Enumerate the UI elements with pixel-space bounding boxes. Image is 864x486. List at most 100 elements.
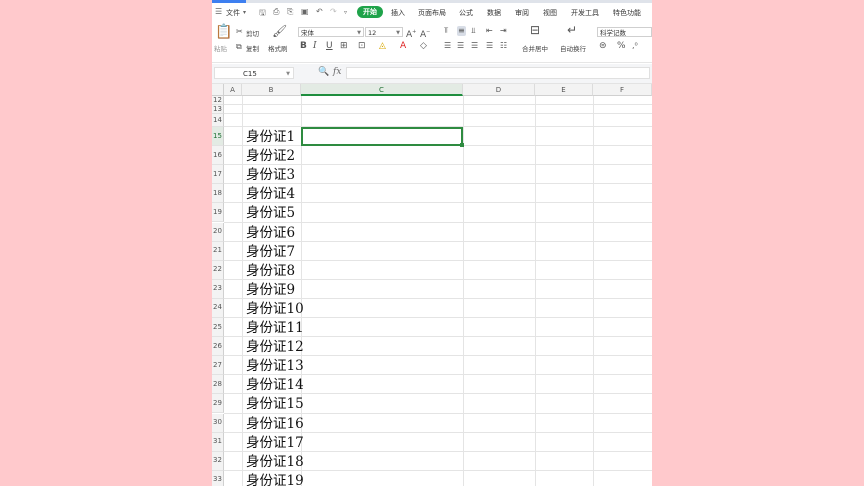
- cell-b-value[interactable]: 身份证10: [246, 300, 304, 319]
- column-header-a[interactable]: A: [224, 84, 242, 96]
- cell-b-value[interactable]: 身份证7: [246, 243, 295, 262]
- column-header-e[interactable]: E: [535, 84, 593, 96]
- undo-icon[interactable]: ↶: [316, 7, 323, 16]
- italic-button[interactable]: I: [313, 41, 317, 51]
- tab-page-layout[interactable]: 页面布局: [418, 8, 446, 18]
- row-header[interactable]: 20: [212, 222, 224, 242]
- row-header[interactable]: 23: [212, 279, 224, 299]
- copy-icon[interactable]: ⧉: [236, 42, 242, 52]
- currency-icon[interactable]: ⊜: [599, 41, 607, 51]
- row-header[interactable]: 24: [212, 298, 224, 318]
- redo-icon[interactable]: ↷: [330, 7, 337, 16]
- comma-style-icon[interactable]: ,⁰: [632, 41, 638, 51]
- align-middle-icon[interactable]: ≡: [457, 26, 466, 36]
- menu-file[interactable]: 文件: [226, 8, 240, 18]
- row-header[interactable]: 31: [212, 432, 224, 452]
- cell-b-value[interactable]: 身份证12: [246, 338, 304, 357]
- tab-special-features[interactable]: 特色功能: [613, 8, 641, 18]
- cell-b-value[interactable]: 身份证16: [246, 415, 304, 434]
- print-icon[interactable]: ⎘: [287, 7, 293, 17]
- format-painter-button[interactable]: 格式刷: [268, 43, 288, 53]
- distribute-icon[interactable]: ☷: [500, 41, 507, 51]
- row-header[interactable]: 18: [212, 184, 224, 204]
- align-top-icon[interactable]: ⫪: [444, 26, 449, 36]
- column-header-d[interactable]: D: [463, 84, 535, 96]
- cell-b-value[interactable]: 身份证6: [246, 224, 295, 243]
- row-header[interactable]: 30: [212, 413, 224, 433]
- indent-left-icon[interactable]: ⇤: [486, 26, 493, 36]
- tab-home[interactable]: 开始: [357, 6, 383, 18]
- cell-b-value[interactable]: 身份证5: [246, 204, 295, 223]
- align-center-icon[interactable]: ☰: [457, 41, 464, 51]
- tab-insert[interactable]: 插入: [391, 8, 405, 18]
- fx-icon[interactable]: fx: [333, 67, 341, 77]
- zoom-search-icon[interactable]: 🔍: [318, 67, 329, 77]
- sheet-grid[interactable]: A B C D E F 12 13 14 15 身份证1 16 身份证2 17 身份证3 18 身份…: [212, 84, 652, 486]
- cut-button[interactable]: 剪切: [246, 28, 259, 38]
- row-header[interactable]: 16: [212, 146, 224, 166]
- increase-font-icon[interactable]: A+: [406, 27, 416, 40]
- number-format-select[interactable]: 科学记数: [597, 27, 652, 37]
- cell-b-value[interactable]: 身份证11: [246, 319, 304, 338]
- cell-b-value[interactable]: 身份证3: [246, 166, 295, 185]
- merge-center-button[interactable]: 合并居中: [522, 43, 548, 53]
- wrap-text-icon[interactable]: ↵: [567, 24, 577, 36]
- column-header-f[interactable]: F: [593, 84, 652, 96]
- align-bottom-icon[interactable]: ⫫: [471, 26, 476, 36]
- row-header[interactable]: 25: [212, 318, 224, 338]
- merge-cells-icon[interactable]: ⊟: [530, 24, 540, 36]
- row-header[interactable]: 12: [212, 96, 224, 105]
- row-header[interactable]: 28: [212, 375, 224, 395]
- chevron-down-icon[interactable]: ▾: [243, 9, 246, 16]
- indent-right-icon[interactable]: ⇥: [500, 26, 507, 36]
- column-header-b[interactable]: B: [242, 84, 301, 96]
- more-chevron-icon[interactable]: ▿: [344, 9, 347, 16]
- font-name-select[interactable]: 宋体 ▼: [298, 27, 364, 37]
- formula-input[interactable]: [346, 67, 650, 79]
- row-header[interactable]: 29: [212, 394, 224, 414]
- tab-developer[interactable]: 开发工具: [571, 8, 599, 18]
- column-header-c[interactable]: C: [301, 84, 463, 96]
- paste-button[interactable]: 粘贴: [214, 43, 227, 53]
- cell-style-icon[interactable]: ⊡: [358, 41, 366, 51]
- format-painter-icon[interactable]: 🖌: [272, 25, 287, 37]
- row-header[interactable]: 15: [212, 127, 224, 147]
- row-header[interactable]: 22: [212, 260, 224, 280]
- tab-data[interactable]: 数据: [487, 8, 501, 18]
- tab-view[interactable]: 视图: [543, 8, 557, 18]
- align-right-icon[interactable]: ☰: [471, 41, 478, 51]
- cell-b-value[interactable]: 身份证19: [246, 472, 304, 486]
- percent-button[interactable]: %: [617, 41, 626, 51]
- save-icon[interactable]: 🖫: [259, 7, 266, 21]
- name-box[interactable]: C15 ▼: [214, 67, 294, 79]
- font-size-select[interactable]: 12 ▼: [365, 27, 403, 37]
- font-color-icon[interactable]: A: [400, 41, 406, 51]
- tab-review[interactable]: 审阅: [515, 8, 529, 18]
- export-icon[interactable]: ⎙: [273, 7, 279, 17]
- cell-b-value[interactable]: 身份证15: [246, 395, 304, 414]
- cell-b-value[interactable]: 身份证1: [246, 128, 295, 147]
- row-header[interactable]: 32: [212, 451, 224, 471]
- copy-button[interactable]: 复制: [246, 43, 259, 53]
- clear-format-icon[interactable]: ◇: [420, 41, 427, 51]
- cell-b-value[interactable]: 身份证17: [246, 434, 304, 453]
- row-header[interactable]: 19: [212, 203, 224, 223]
- fill-handle[interactable]: [460, 143, 464, 148]
- cell-b-value[interactable]: 身份证9: [246, 281, 295, 300]
- preview-icon[interactable]: ▣: [301, 7, 309, 16]
- row-header[interactable]: 14: [212, 114, 224, 127]
- cell-b-value[interactable]: 身份证4: [246, 185, 295, 204]
- cell-b-value[interactable]: 身份证2: [246, 147, 295, 166]
- underline-button[interactable]: U: [326, 41, 333, 51]
- borders-icon[interactable]: ⊞: [340, 41, 348, 51]
- row-header[interactable]: 17: [212, 165, 224, 185]
- cell-b-value[interactable]: 身份证13: [246, 357, 304, 376]
- wrap-text-button[interactable]: 自动换行: [560, 43, 586, 53]
- decrease-font-icon[interactable]: A−: [420, 27, 430, 40]
- cell-b-value[interactable]: 身份证14: [246, 376, 304, 395]
- hamburger-icon[interactable]: ☰: [215, 7, 222, 16]
- row-header[interactable]: 27: [212, 356, 224, 376]
- select-all-corner[interactable]: [212, 84, 224, 96]
- row-header[interactable]: 13: [212, 105, 224, 114]
- justify-icon[interactable]: ☰: [486, 41, 493, 51]
